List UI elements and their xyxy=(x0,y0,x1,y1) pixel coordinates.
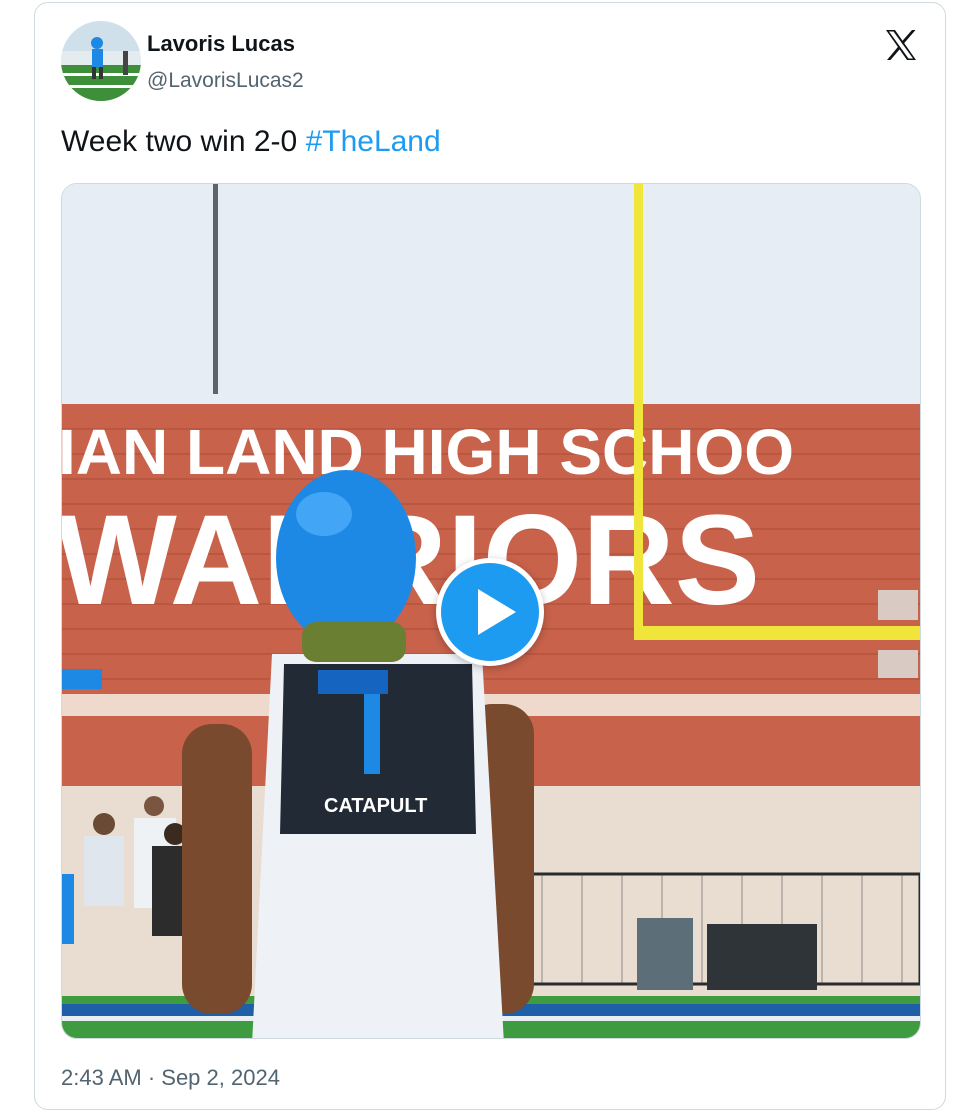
tweet-card[interactable]: Lavoris Lucas @LavorisLucas2 Week two wi… xyxy=(34,2,946,1110)
author-avatar[interactable] xyxy=(61,21,141,101)
video-player[interactable]: IAN LAND HIGH SCHOO WARRIORS xyxy=(61,183,921,1039)
avatar-image xyxy=(61,21,141,101)
tweet-timestamp[interactable]: 2:43 AM · Sep 2, 2024 xyxy=(61,1065,280,1091)
tweet-text: Week two win 2-0 #TheLand xyxy=(61,125,441,159)
author-name[interactable]: Lavoris Lucas xyxy=(147,31,295,57)
play-icon xyxy=(478,589,516,635)
author-handle[interactable]: @LavorisLucas2 xyxy=(147,69,304,93)
hashtag-link[interactable]: #TheLand xyxy=(306,125,441,158)
shirt-logo: CATAPULT xyxy=(324,795,427,817)
tweet-body: Week two win 2-0 xyxy=(61,125,298,158)
wall-sign-school: IAN LAND HIGH SCHOO xyxy=(62,416,794,488)
x-logo-icon[interactable] xyxy=(883,27,919,63)
play-button[interactable] xyxy=(436,558,544,666)
